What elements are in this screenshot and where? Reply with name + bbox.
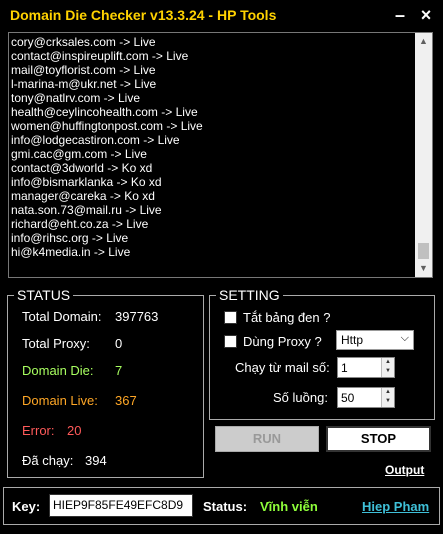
log-line: l-marina-m@ukr.net -> Live <box>11 77 157 91</box>
setting-group: SETTING Tắt bảng đen ? Dùng Proxy ? Http… <box>209 287 435 420</box>
scroll-down-icon[interactable]: ▼ <box>415 260 432 277</box>
error-value: 20 <box>67 423 82 438</box>
scroll-up-icon[interactable]: ▲ <box>415 33 432 50</box>
chevron-down-icon[interactable]: ⌵ <box>401 332 409 345</box>
ran-label: Đã chạy: <box>22 453 74 468</box>
log-line: gmi.cac@gm.com -> Live <box>11 147 147 161</box>
log-line: richard@eht.co.za -> Live <box>11 217 149 231</box>
stepper-buttons[interactable]: ▲ ▼ <box>381 358 394 377</box>
proxy-type-select[interactable]: Http ⌵ <box>336 330 414 350</box>
threads-value: 50 <box>341 391 355 405</box>
log-line: manager@careka -> Ko xd <box>11 189 155 203</box>
license-status-value: Vĩnh viễn <box>260 499 318 514</box>
minimize-button[interactable]: – <box>388 3 412 27</box>
log-line: women@huffingtonpost.com -> Live <box>11 119 203 133</box>
log-line: cory@crksales.com -> Live <box>11 35 156 49</box>
threads-label: Số luồng: <box>273 390 328 405</box>
key-label: Key: <box>12 499 41 514</box>
total-proxy-row: Total Proxy: 0 <box>22 336 122 351</box>
black-table-checkbox-box[interactable] <box>224 311 237 324</box>
author-link[interactable]: Hiep Pham <box>362 499 429 514</box>
proxy-type-value: Http <box>341 333 364 347</box>
step-down-icon[interactable]: ▼ <box>382 397 394 406</box>
step-up-icon[interactable]: ▲ <box>382 388 394 397</box>
license-bar: Key: HIEP9F85FE49EFC8D9 Status: Vĩnh viễ… <box>3 487 440 525</box>
setting-group-title: SETTING <box>216 287 283 303</box>
domain-die-label: Domain Die: <box>22 363 94 378</box>
total-proxy-value: 0 <box>115 336 123 351</box>
start-mail-value: 1 <box>341 361 348 375</box>
error-label: Error: <box>22 423 55 438</box>
license-status-label: Status: <box>203 499 248 514</box>
black-table-label: Tắt bảng đen ? <box>243 310 331 325</box>
log-line: contact@3dworld -> Ko xd <box>11 161 153 175</box>
status-group: STATUS Total Domain: 397763 Total Proxy:… <box>7 287 204 478</box>
ran-value: 394 <box>85 453 107 468</box>
log-line: health@ceylincohealth.com -> Live <box>11 105 198 119</box>
start-mail-label: Chạy từ mail số: <box>235 360 330 375</box>
domain-die-row: Domain Die: 7 <box>22 363 122 378</box>
ran-row: Đã chạy: 394 <box>22 453 107 468</box>
step-down-icon[interactable]: ▼ <box>382 367 394 376</box>
domain-live-value: 367 <box>115 393 137 408</box>
total-domain-row: Total Domain: 397763 <box>22 309 158 324</box>
title-bar[interactable]: Domain Die Checker v13.3.24 - HP Tools –… <box>0 0 443 30</box>
log-line: tony@natlrv.com -> Live <box>11 91 141 105</box>
use-proxy-checkbox-box[interactable] <box>224 335 237 348</box>
log-line: mail@toyflorist.com -> Live <box>11 63 156 77</box>
close-button[interactable]: × <box>414 3 438 27</box>
run-button[interactable]: RUN <box>215 426 319 452</box>
log-line: contact@inspireuplift.com -> Live <box>11 49 189 63</box>
app-window: Domain Die Checker v13.3.24 - HP Tools –… <box>0 0 443 534</box>
step-up-icon[interactable]: ▲ <box>382 358 394 367</box>
total-domain-value: 397763 <box>115 309 159 324</box>
key-input[interactable]: HIEP9F85FE49EFC8D9 <box>49 494 193 517</box>
window-title: Domain Die Checker v13.3.24 - HP Tools <box>10 7 277 23</box>
log-lines: cory@crksales.com -> Live contact@inspir… <box>11 35 411 259</box>
total-domain-label: Total Domain: <box>22 309 102 324</box>
status-group-title: STATUS <box>14 287 74 303</box>
start-mail-stepper[interactable]: 1 ▲ ▼ <box>337 357 395 378</box>
log-line: info@lodgecastiron.com -> Live <box>11 133 180 147</box>
threads-stepper[interactable]: 50 ▲ ▼ <box>337 387 395 408</box>
output-link[interactable]: Output <box>385 463 424 477</box>
stop-button[interactable]: STOP <box>326 426 431 452</box>
use-proxy-label: Dùng Proxy ? <box>243 334 322 349</box>
log-scrollbar[interactable]: ▲ ▼ <box>415 33 432 277</box>
domain-die-value: 7 <box>115 363 123 378</box>
total-proxy-label: Total Proxy: <box>22 336 90 351</box>
log-line: nata.son.73@mail.ru -> Live <box>11 203 162 217</box>
domain-live-row: Domain Live: 367 <box>22 393 137 408</box>
log-line: info@rihsc.org -> Live <box>11 231 129 245</box>
log-line: info@bismarklanka -> Ko xd <box>11 175 162 189</box>
scroll-thumb[interactable] <box>418 243 429 259</box>
error-row: Error: 20 <box>22 423 81 438</box>
log-line: hi@k4media.in -> Live <box>11 245 131 259</box>
stepper-buttons[interactable]: ▲ ▼ <box>381 388 394 407</box>
domain-live-label: Domain Live: <box>22 393 98 408</box>
log-textbox[interactable]: cory@crksales.com -> Live contact@inspir… <box>8 32 433 278</box>
